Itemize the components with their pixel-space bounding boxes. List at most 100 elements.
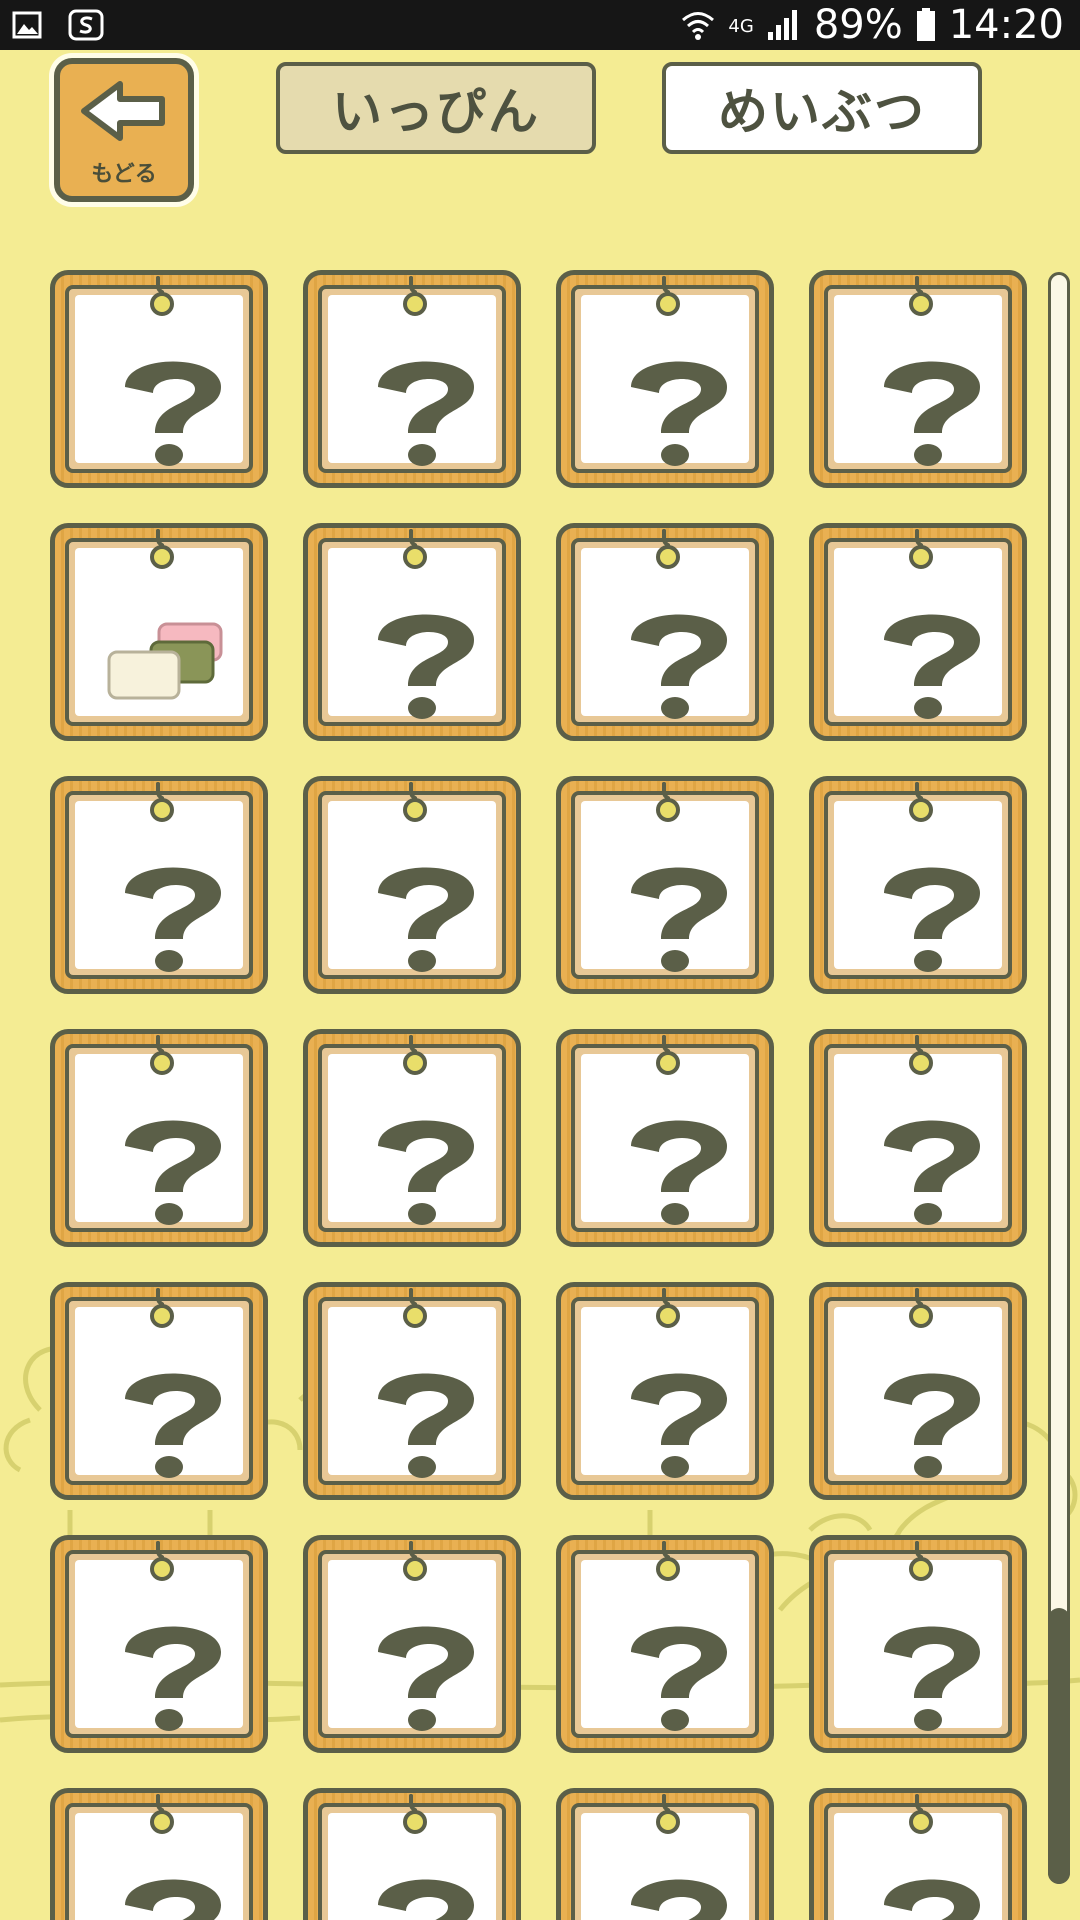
- back-label: もどる: [91, 162, 157, 187]
- hook-icon: [909, 1035, 933, 1075]
- question-mark-icon: [631, 1120, 727, 1225]
- collection-screen: もどる いっぴん めいぶつ: [0, 50, 1080, 1920]
- item-card[interactable]: [303, 1282, 521, 1500]
- item-card[interactable]: [809, 270, 1027, 488]
- hook-icon: [403, 782, 427, 822]
- hook-icon: [150, 782, 174, 822]
- item-card[interactable]: [50, 776, 268, 994]
- hook-icon: [656, 1035, 680, 1075]
- item-card[interactable]: [556, 270, 774, 488]
- item-card[interactable]: [50, 1029, 268, 1247]
- question-mark-icon: [125, 1626, 221, 1731]
- app-icon: [68, 9, 104, 41]
- item-card[interactable]: [303, 1788, 521, 1920]
- question-mark-icon: [884, 614, 980, 719]
- question-mark-icon: [631, 1879, 727, 1920]
- item-card[interactable]: [303, 776, 521, 994]
- item-card[interactable]: [809, 1788, 1027, 1920]
- gallery-icon: [12, 11, 42, 39]
- item-card[interactable]: [303, 1029, 521, 1247]
- item-card[interactable]: [556, 1282, 774, 1500]
- signal-icon: [767, 10, 797, 40]
- question-mark-icon: [378, 614, 474, 719]
- hook-icon: [150, 529, 174, 569]
- question-mark-icon: [125, 361, 221, 466]
- question-mark-icon: [378, 361, 474, 466]
- question-mark-icon: [884, 1879, 980, 1920]
- hook-icon: [403, 1035, 427, 1075]
- item-card[interactable]: [50, 523, 268, 741]
- tab-ippin[interactable]: いっぴん: [276, 62, 596, 154]
- item-card[interactable]: [556, 1788, 774, 1920]
- item-card[interactable]: [809, 523, 1027, 741]
- hook-icon: [909, 1541, 933, 1581]
- back-button[interactable]: もどる: [54, 58, 194, 202]
- question-mark-icon: [125, 867, 221, 972]
- hook-icon: [909, 276, 933, 316]
- rice-cake-icon: [107, 622, 223, 700]
- hook-icon: [909, 782, 933, 822]
- question-mark-icon: [631, 1373, 727, 1478]
- item-card[interactable]: [809, 1535, 1027, 1753]
- item-card[interactable]: [556, 776, 774, 994]
- hook-icon: [656, 276, 680, 316]
- wifi-icon: [682, 12, 715, 40]
- question-mark-icon: [378, 1879, 474, 1920]
- question-mark-icon: [125, 1120, 221, 1225]
- back-arrow-icon: [81, 81, 165, 141]
- question-mark-icon: [125, 1373, 221, 1478]
- question-mark-icon: [378, 867, 474, 972]
- item-card[interactable]: [556, 523, 774, 741]
- hook-icon: [403, 1794, 427, 1834]
- hook-icon: [909, 529, 933, 569]
- question-mark-icon: [125, 1879, 221, 1920]
- item-card[interactable]: [556, 1535, 774, 1753]
- item-card[interactable]: [809, 1029, 1027, 1247]
- hook-icon: [150, 1541, 174, 1581]
- question-mark-icon: [631, 1626, 727, 1731]
- hook-icon: [150, 276, 174, 316]
- item-card[interactable]: [809, 776, 1027, 994]
- question-mark-icon: [631, 614, 727, 719]
- question-mark-icon: [631, 361, 727, 466]
- hook-icon: [403, 1541, 427, 1581]
- scrollbar-thumb[interactable]: [1048, 1608, 1070, 1884]
- hook-icon: [656, 1541, 680, 1581]
- hook-icon: [909, 1288, 933, 1328]
- collection-grid: [50, 270, 1027, 1920]
- hook-icon: [403, 1288, 427, 1328]
- battery-percent: 89%: [813, 2, 903, 48]
- item-card[interactable]: [50, 1788, 268, 1920]
- item-card[interactable]: [50, 270, 268, 488]
- hook-icon: [150, 1288, 174, 1328]
- status-bar: 4G 89% 14:20: [0, 0, 1080, 50]
- question-mark-icon: [631, 867, 727, 972]
- hook-icon: [909, 1794, 933, 1834]
- item-card[interactable]: [809, 1282, 1027, 1500]
- question-mark-icon: [378, 1626, 474, 1731]
- question-mark-icon: [884, 1120, 980, 1225]
- hook-icon: [656, 1288, 680, 1328]
- item-card[interactable]: [303, 270, 521, 488]
- hook-icon: [403, 529, 427, 569]
- item-card[interactable]: [50, 1282, 268, 1500]
- item-card[interactable]: [303, 523, 521, 741]
- question-mark-icon: [884, 1373, 980, 1478]
- question-mark-icon: [884, 361, 980, 466]
- battery-icon: [916, 8, 935, 41]
- item-card[interactable]: [303, 1535, 521, 1753]
- question-mark-icon: [378, 1373, 474, 1478]
- clock: 14:20: [948, 2, 1064, 48]
- question-mark-icon: [378, 1120, 474, 1225]
- hook-icon: [656, 782, 680, 822]
- question-mark-icon: [884, 1626, 980, 1731]
- network-type: 4G: [728, 16, 754, 37]
- hook-icon: [656, 1794, 680, 1834]
- item-card[interactable]: [50, 1535, 268, 1753]
- hook-icon: [150, 1794, 174, 1834]
- item-card[interactable]: [556, 1029, 774, 1247]
- tab-meibutsu[interactable]: めいぶつ: [662, 62, 982, 154]
- hook-icon: [150, 1035, 174, 1075]
- question-mark-icon: [884, 867, 980, 972]
- hook-icon: [656, 529, 680, 569]
